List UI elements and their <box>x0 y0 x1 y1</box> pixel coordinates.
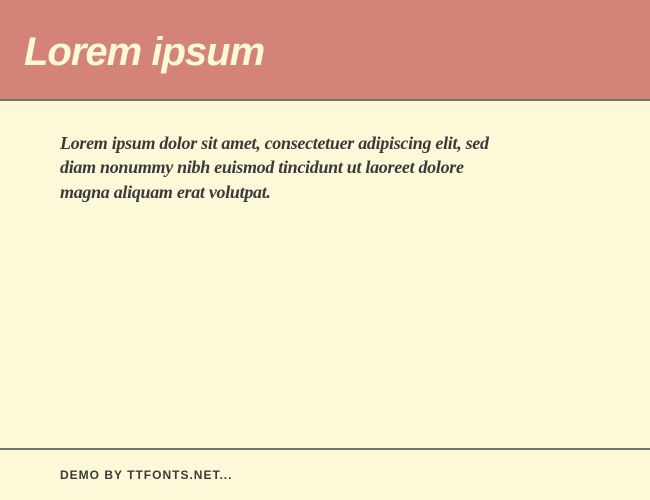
footer-area: DEMO BY TTFONTS.NET... <box>0 450 650 500</box>
body-paragraph: Lorem ipsum dolor sit amet, consectetuer… <box>60 131 500 204</box>
content-area: Lorem ipsum dolor sit amet, consectetuer… <box>0 101 650 450</box>
attribution-text: DEMO BY TTFONTS.NET... <box>60 468 590 482</box>
page-title: Lorem ipsum <box>24 30 626 75</box>
header-banner: Lorem ipsum <box>0 0 650 101</box>
